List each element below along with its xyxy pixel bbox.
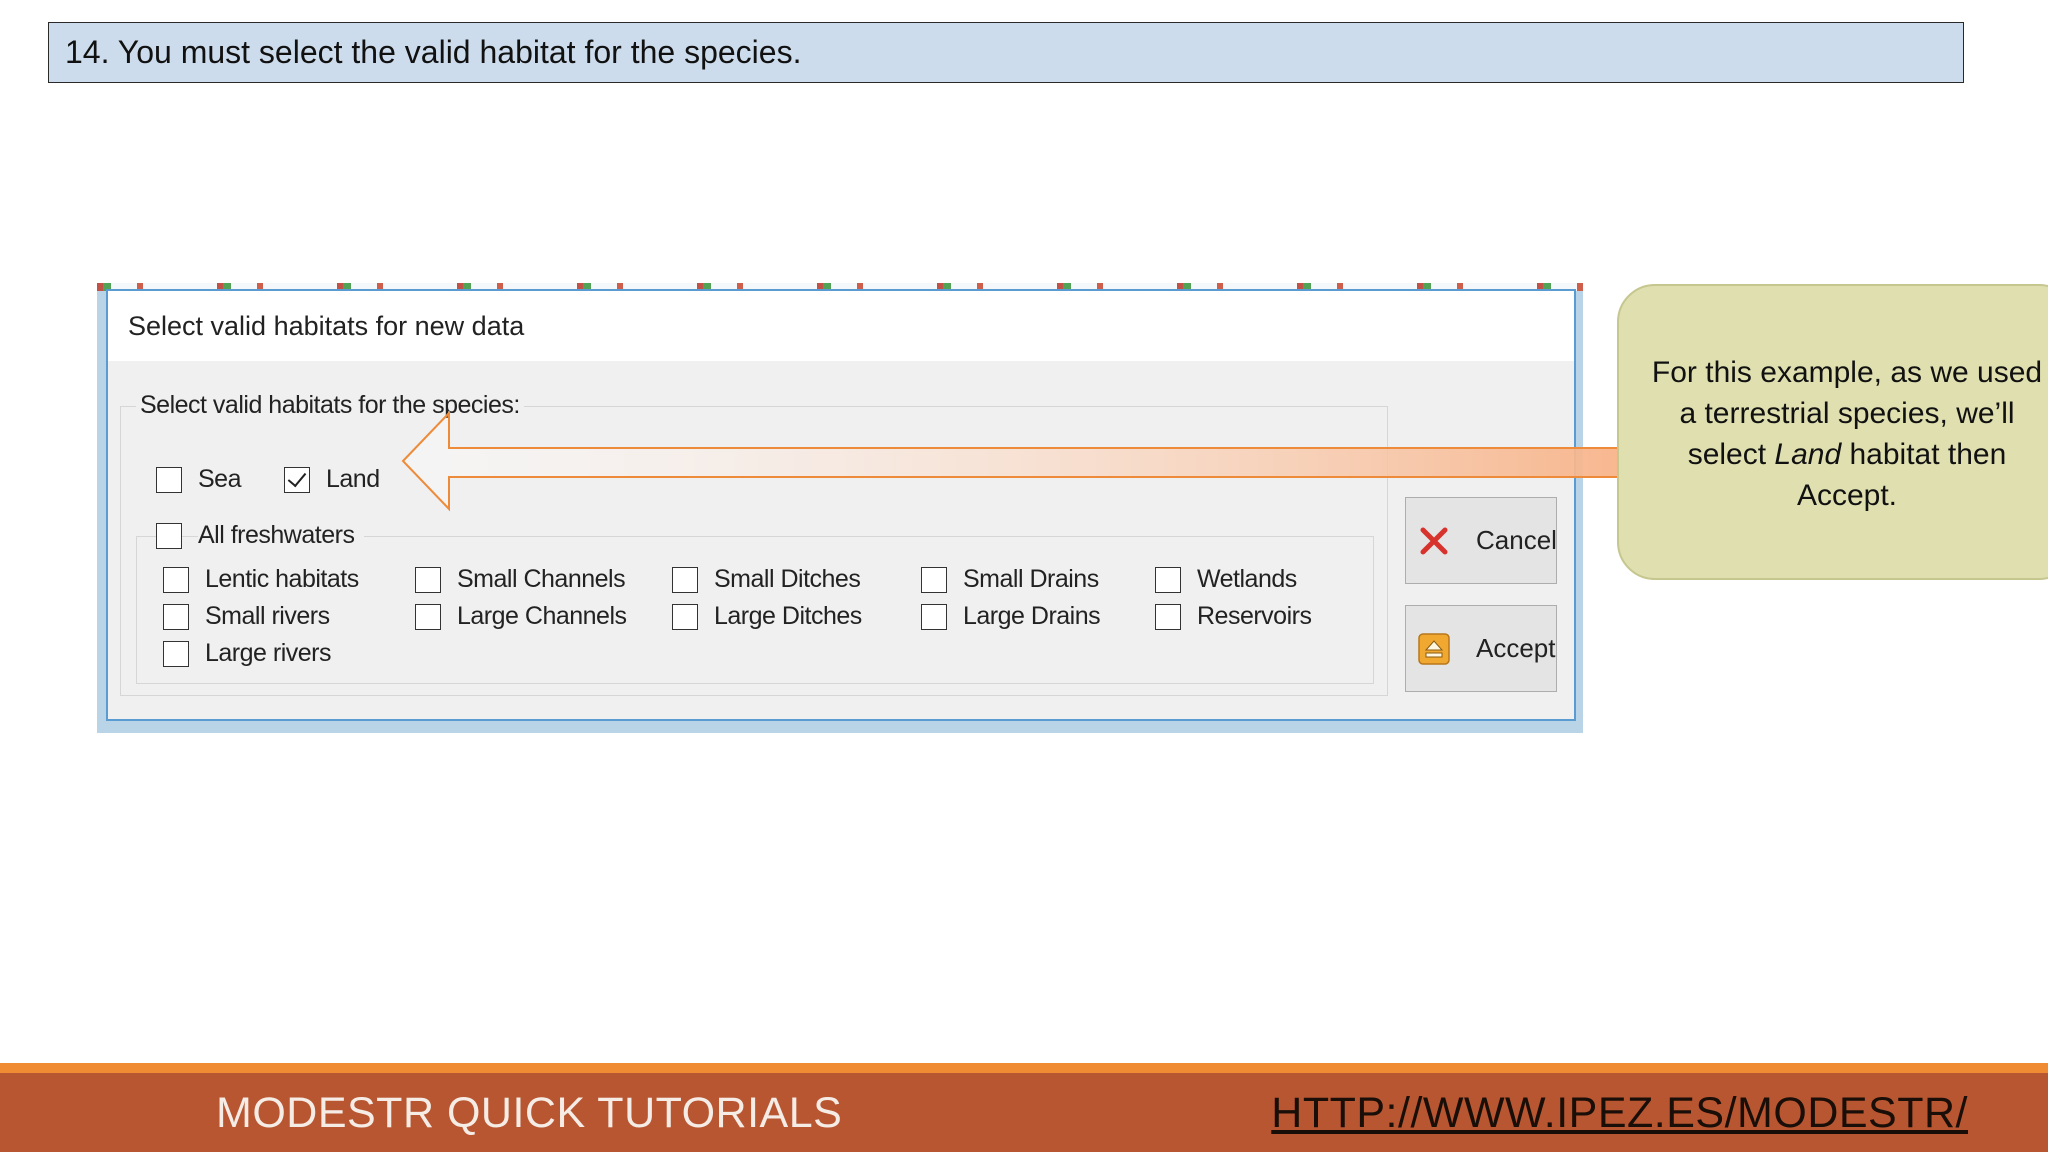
callout-emphasis: Land	[1774, 438, 1842, 471]
footer-bar: MODESTR QUICK TUTORIALS HTTP://WWW.IPEZ.…	[0, 1073, 2048, 1152]
footer-link[interactable]: HTTP://WWW.IPEZ.ES/MODESTR/	[1271, 1089, 1968, 1138]
footer-accent-line	[0, 1063, 2048, 1073]
instruction-callout: For this example, as we used a terrestri…	[1617, 284, 2048, 580]
arrow-shape	[401, 410, 1619, 512]
footer-title: MODESTR QUICK TUTORIALS	[216, 1089, 843, 1137]
